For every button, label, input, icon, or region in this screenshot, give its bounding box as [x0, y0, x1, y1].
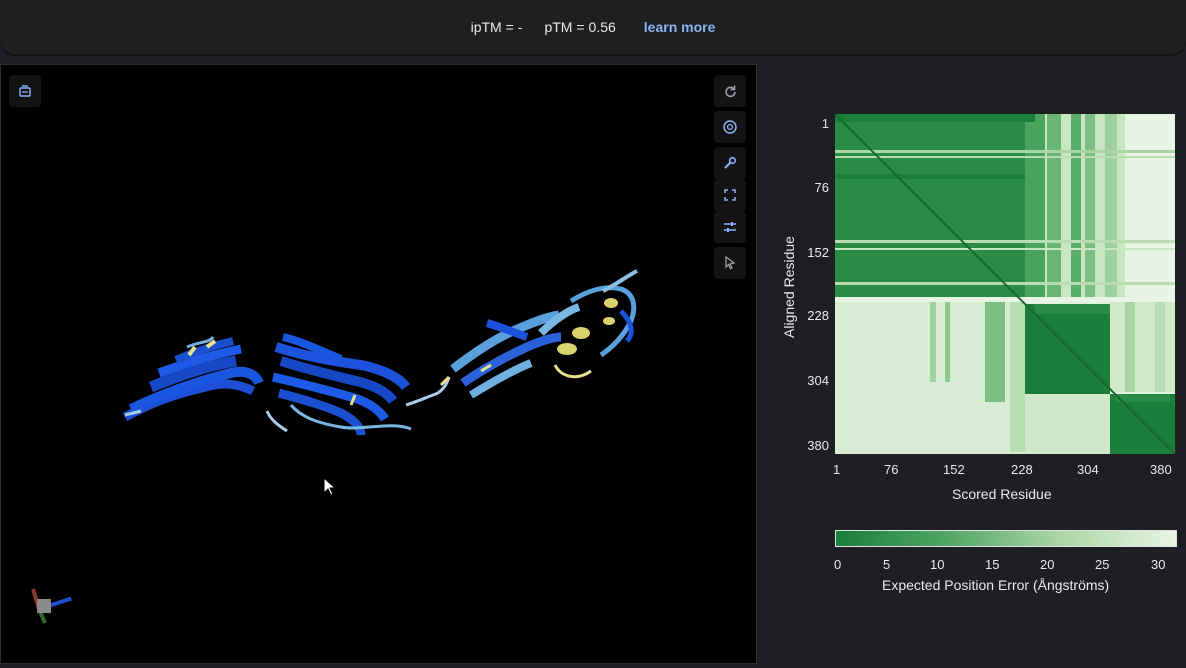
protein-structure-render[interactable] — [1, 65, 758, 665]
y-tick: 304 — [807, 373, 829, 388]
learn-more-link[interactable]: learn more — [644, 19, 716, 35]
rotate-icon — [725, 85, 736, 98]
pae-colorbar — [835, 530, 1177, 547]
fullscreen-icon — [724, 189, 736, 201]
x-tick: 304 — [1077, 462, 1099, 477]
pae-heatmap[interactable] — [835, 114, 1175, 454]
pae-plot-panel: Aligned Residue 1 76 152 228 304 380 1 7… — [757, 64, 1186, 668]
y-tick: 152 — [807, 245, 829, 260]
metrics-bar: ipTM = - pTM = 0.56 learn more — [0, 0, 1186, 54]
screenshot-button[interactable] — [714, 111, 746, 143]
select-mode-button[interactable] — [714, 247, 746, 279]
mouse-pointer-icon — [323, 477, 337, 496]
ptm-value: 0.56 — [588, 19, 616, 35]
linker-region — [405, 376, 451, 407]
y-tick: 76 — [814, 180, 829, 195]
x-tick: 380 — [1150, 462, 1172, 477]
iptm-value: - — [517, 19, 523, 35]
ptm-metric: pTM = 0.56 — [544, 19, 615, 35]
controls-button[interactable] — [714, 211, 746, 243]
cursor-select-icon — [725, 255, 736, 270]
colorbar-title: Expected Position Error (Ångströms) — [882, 577, 1110, 593]
iptm-metric: ipTM = - — [471, 19, 523, 35]
x-axis-title: Scored Residue — [952, 486, 1052, 502]
aperture-icon — [723, 120, 737, 134]
domain-2 — [265, 333, 412, 436]
colorbar-tick: 10 — [930, 557, 945, 572]
domain-1 — [122, 336, 264, 421]
ptm-label: pTM = — [544, 19, 585, 35]
iptm-label: ipTM = — [470, 19, 514, 35]
settings-tool-button[interactable] — [714, 147, 746, 179]
reset-view-button[interactable] — [714, 75, 746, 107]
x-tick: 152 — [943, 462, 965, 477]
sliders-icon — [724, 222, 736, 232]
y-tick: 380 — [807, 438, 829, 453]
colorbar-tick: 30 — [1151, 557, 1166, 572]
colorbar-tick: 25 — [1095, 557, 1110, 572]
wrench-icon — [724, 156, 737, 169]
fullscreen-button[interactable] — [714, 179, 746, 211]
colorbar-tick: 5 — [883, 557, 891, 572]
x-tick: 228 — [1011, 462, 1033, 477]
structure-viewer[interactable] — [0, 64, 757, 664]
x-tick: 76 — [884, 462, 899, 477]
alphafold-result-page: ipTM = - pTM = 0.56 learn more Aligned R… — [0, 0, 1186, 668]
y-tick: 1 — [821, 116, 829, 131]
orientation-axes-icon — [31, 588, 72, 624]
y-tick: 228 — [807, 308, 829, 323]
domain-3 — [450, 269, 638, 399]
x-tick: 1 — [833, 462, 841, 477]
viewer-mode-button[interactable] — [9, 75, 41, 107]
viewer-mode-icon — [19, 85, 31, 97]
colorbar-tick: 0 — [834, 557, 842, 572]
colorbar-tick: 15 — [985, 557, 1000, 572]
colorbar-tick: 20 — [1040, 557, 1055, 572]
